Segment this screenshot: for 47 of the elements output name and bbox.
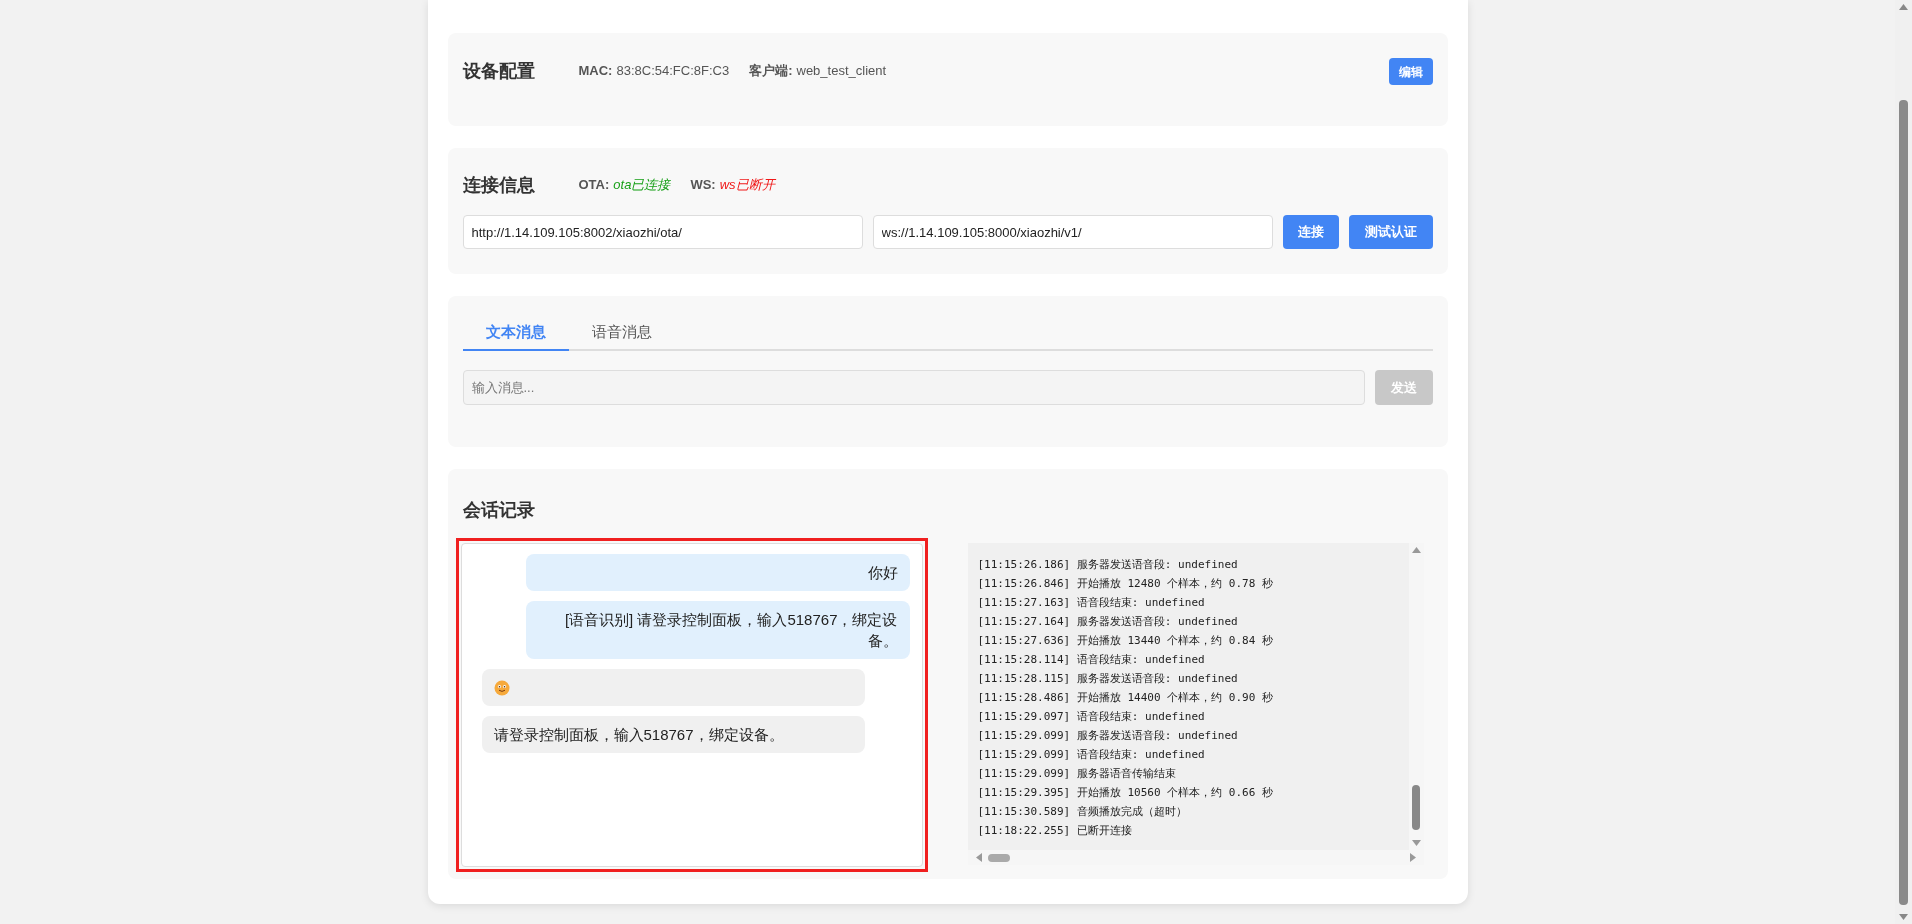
edit-button[interactable]: 编辑	[1388, 58, 1433, 85]
log-line: [11:15:27.164] 服务器发送语音段: undefined	[977, 614, 1239, 630]
ws-label: WS:	[690, 176, 716, 195]
user-message: 你好	[525, 554, 910, 591]
mac-label: MAC:	[578, 62, 613, 80]
client-value: web_test_client	[796, 62, 887, 80]
ws-status: ws已断开	[719, 176, 775, 195]
scroll-up-icon[interactable]	[1899, 4, 1908, 10]
section-title: 设备配置	[462, 60, 536, 83]
ota-url-field[interactable]: http://1.14.109.105:8002/xiaozhi/ota/	[462, 215, 863, 249]
log-line: [11:15:30.589] 音频播放完成（超时）	[977, 804, 1188, 820]
scroll-thumb[interactable]	[1412, 785, 1420, 830]
scroll-right-icon[interactable]	[1409, 853, 1416, 862]
log-line: [11:15:29.099] 服务器语音传输结束	[977, 766, 1177, 782]
connect-button[interactable]: 连接	[1282, 215, 1339, 249]
log-line: [11:15:29.099] 服务器发送语音段: undefined	[977, 728, 1239, 744]
log-line: [11:15:27.163] 语音段结束: undefined	[977, 595, 1206, 611]
log-line: [11:15:28.486] 开始播放 14400 个样本，约 0.90 秒	[977, 690, 1274, 706]
smiley-icon	[493, 679, 510, 696]
log-line: [11:15:29.395] 开始播放 10560 个样本，约 0.66 秒	[977, 785, 1274, 801]
client-label: 客户端:	[749, 62, 793, 80]
ota-status: ota已连接	[613, 176, 671, 195]
log-line: [11:15:26.846] 开始播放 12480 个样本，约 0.78 秒	[977, 576, 1274, 592]
log-line: [11:18:22.255] 已断开连接	[977, 823, 1133, 839]
section-title: 连接信息	[462, 173, 536, 197]
scroll-down-icon[interactable]	[1411, 840, 1421, 846]
test-auth-button[interactable]: 测试认证	[1348, 215, 1433, 249]
scroll-thumb[interactable]	[987, 853, 1010, 862]
scroll-down-icon[interactable]	[1899, 914, 1908, 920]
log-line: [11:15:28.115] 服务器发送语音段: undefined	[977, 671, 1239, 687]
ota-label: OTA:	[578, 176, 610, 195]
assistant-message: 请登录控制面板，输入518767，绑定设备。	[481, 716, 865, 753]
message-field[interactable]: 输入消息...	[462, 370, 1365, 405]
scroll-thumb[interactable]	[1899, 100, 1908, 905]
scroll-up-icon[interactable]	[1411, 547, 1421, 553]
log-line: [11:15:26.186] 服务器发送语音段: undefined	[977, 557, 1239, 573]
tab[interactable]: 文本消息	[462, 315, 569, 351]
log-line: [11:15:28.114] 语音段结束: undefined	[977, 652, 1206, 668]
log-line: [11:15:27.636] 开始播放 13440 个样本，约 0.84 秒	[977, 633, 1274, 649]
ws-url-field[interactable]: ws://1.14.109.105:8000/xiaozhi/v1/	[872, 215, 1273, 249]
scroll-left-icon[interactable]	[975, 853, 982, 862]
log-line: [11:15:29.097] 语音段结束: undefined	[977, 709, 1206, 725]
user-message: [语音识别] 请登录控制面板，输入518767，绑定设备。	[525, 601, 910, 659]
log-line: [11:15:29.099] 语音段结束: undefined	[977, 747, 1206, 763]
tab[interactable]: 语音消息	[568, 315, 675, 351]
mac-value: 83:8C:54:FC:8F:C3	[616, 62, 730, 80]
section-title: 会话记录	[462, 499, 536, 522]
